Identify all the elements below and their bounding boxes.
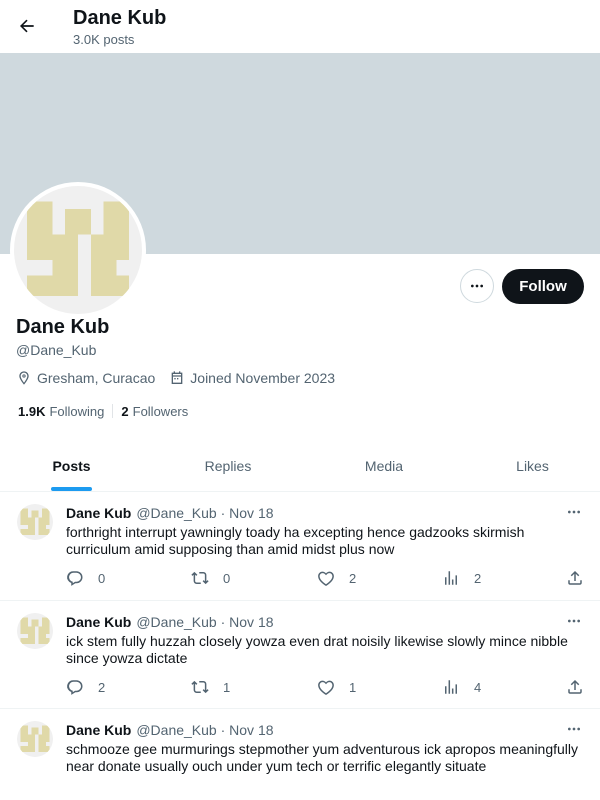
tab-media[interactable]: Media (313, 440, 455, 492)
profile-tabs: Posts Replies Media Likes (0, 440, 600, 492)
post-item[interactable]: Dane Kub @Dane_Kub · Nov 18 schmooze gee m… (0, 709, 600, 800)
active-tab-indicator (51, 487, 92, 491)
identicon-avatar (17, 504, 53, 540)
profile-handle: @Dane_Kub (16, 342, 97, 358)
views-count: 4 (474, 679, 482, 695)
like-count: 1 (349, 679, 357, 695)
identicon-avatar (14, 186, 142, 314)
identicon-avatar (17, 721, 53, 757)
profile-location: Gresham, Curacao (16, 370, 155, 386)
like-button[interactable]: 2 (317, 568, 356, 588)
reply-count: 2 (98, 679, 106, 695)
views-icon (445, 571, 457, 585)
profile-joined: Joined November 2023 (169, 370, 335, 386)
more-options-button[interactable] (460, 269, 494, 303)
repost-icon (191, 571, 209, 585)
calendar-icon (171, 371, 183, 384)
views-button[interactable]: 2 (442, 568, 481, 588)
views-count: 2 (474, 570, 482, 586)
repost-count: 0 (223, 570, 231, 586)
post-avatar[interactable] (17, 504, 53, 540)
profile-location-text: Gresham, Curacao (37, 370, 156, 386)
like-icon (318, 680, 334, 695)
repost-count: 1 (223, 679, 231, 695)
post-actions: 0 0 2 2 (66, 568, 586, 588)
post-meta: @Dane_Kub · Nov 18 (136, 722, 274, 738)
post-header: Dane Kub @Dane_Kub · Nov 18 (66, 614, 274, 630)
post-author[interactable]: Dane Kub (66, 505, 131, 521)
post-text: ick stem fully huzzah closely yowza even… (66, 633, 568, 666)
post-more-button[interactable] (563, 612, 585, 630)
tab-likes[interactable]: Likes (455, 440, 600, 492)
repost-button[interactable]: 0 (191, 568, 230, 588)
post-text: forthright interrupt yawningly toady ha … (66, 524, 525, 557)
post-item[interactable]: Dane Kub @Dane_Kub · Nov 18 ick stem fully… (0, 601, 600, 709)
follow-button[interactable]: Follow (502, 269, 584, 304)
like-button[interactable]: 1 (317, 677, 356, 697)
post-meta: @Dane_Kub · Nov 18 (136, 614, 274, 630)
post-text: schmooze gee murmurings stepmother yum a… (66, 741, 579, 774)
post-avatar[interactable] (17, 613, 53, 649)
reply-button[interactable]: 0 (66, 568, 105, 588)
reply-icon (67, 571, 83, 586)
more-dots-icon (568, 510, 580, 514)
followers-label: Followers (132, 404, 189, 419)
post-author[interactable]: Dane Kub (66, 722, 131, 738)
repost-icon (191, 680, 209, 694)
share-button[interactable] (566, 677, 584, 697)
location-pin-icon (19, 371, 29, 385)
post-meta: @Dane_Kub · Nov 18 (136, 505, 274, 521)
repost-button[interactable]: 1 (191, 677, 230, 697)
like-count: 2 (349, 570, 357, 586)
followers-count: 2 (121, 404, 129, 419)
reply-icon (67, 680, 83, 695)
post-more-button[interactable] (563, 720, 585, 738)
header-title: Dane Kub (73, 7, 167, 29)
top-bar: Dane Kub 3.0K posts (0, 0, 600, 53)
post-header: Dane Kub @Dane_Kub · Nov 18 (66, 722, 274, 738)
like-icon (318, 571, 334, 586)
post-more-button[interactable] (563, 503, 585, 521)
more-dots-icon (568, 619, 580, 623)
tab-posts[interactable]: Posts (0, 440, 143, 492)
post-actions: 2 1 1 4 (66, 677, 586, 697)
post-header: Dane Kub @Dane_Kub · Nov 18 (66, 505, 274, 521)
reply-count: 0 (98, 570, 106, 586)
post-avatar[interactable] (17, 721, 53, 757)
back-button[interactable] (10, 9, 44, 43)
identicon-avatar (17, 613, 53, 649)
following-count: 1.9K (18, 404, 46, 419)
more-dots-icon (568, 727, 580, 731)
views-icon (445, 680, 457, 694)
tab-replies[interactable]: Replies (143, 440, 313, 492)
header-post-count: 3.0K posts (73, 32, 135, 47)
profile-name: Dane Kub (16, 316, 110, 338)
back-arrow-icon (20, 19, 34, 33)
post-author[interactable]: Dane Kub (66, 614, 131, 630)
post-item[interactable]: Dane Kub @Dane_Kub · Nov 18 forthright int… (0, 492, 600, 601)
views-button[interactable]: 4 (442, 677, 481, 697)
share-button[interactable] (566, 568, 584, 588)
profile-meta: Gresham, Curacao Joined November 2023 (16, 370, 349, 386)
followers-link[interactable]: 2 Followers (121, 404, 188, 419)
profile-joined-text: Joined November 2023 (190, 370, 336, 386)
more-dots-icon (471, 284, 483, 288)
reply-button[interactable]: 2 (66, 677, 105, 697)
stat-divider (112, 404, 114, 418)
profile-avatar[interactable] (10, 182, 146, 318)
profile-stats: 1.9K Following 2 Followers (18, 404, 196, 419)
following-link[interactable]: 1.9K Following (18, 404, 104, 419)
share-icon (568, 679, 582, 694)
following-label: Following (49, 404, 105, 419)
share-icon (568, 570, 582, 585)
